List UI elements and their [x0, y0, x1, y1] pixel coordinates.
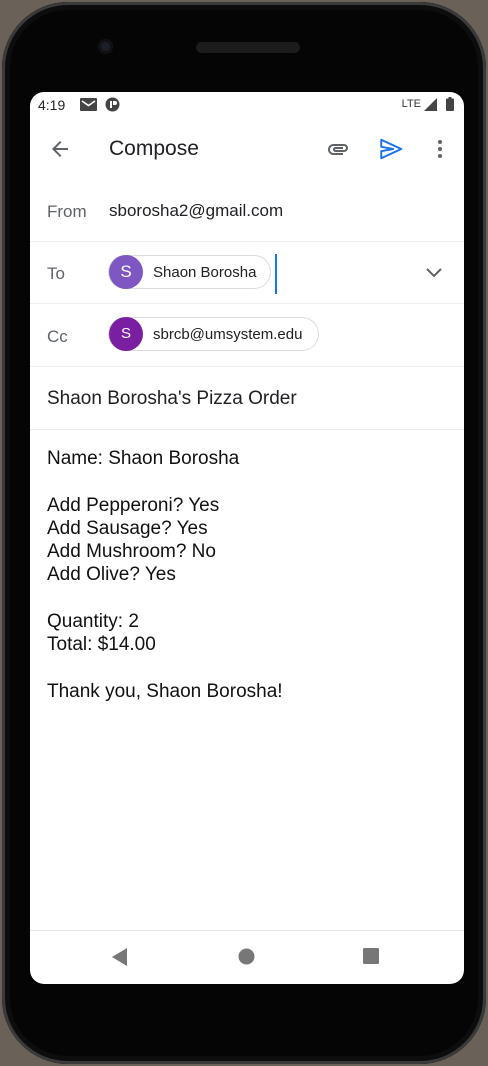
phone-frame: 4:19 LTE Compose From sborosha2@gmail.co… — [2, 2, 486, 1064]
from-value[interactable]: sborosha2@gmail.com — [109, 201, 283, 221]
cc-recipient-chip[interactable]: S sbrcb@umsystem.edu — [108, 317, 319, 351]
earpiece-speaker — [196, 42, 300, 53]
signal-icon — [424, 98, 437, 116]
from-row[interactable]: From sborosha2@gmail.com — [30, 180, 464, 242]
body-line: Name: Shaon Borosha — [47, 448, 240, 469]
screen: 4:19 LTE Compose From sborosha2@gmail.co… — [30, 92, 464, 984]
page-title: Compose — [109, 137, 199, 160]
to-label: To — [47, 264, 65, 283]
avatar: S — [109, 255, 143, 289]
body-line — [47, 587, 283, 610]
body-line: Add Mushroom? No — [47, 541, 216, 563]
to-row[interactable]: To S Shaon Borosha — [30, 242, 464, 304]
cc-label: Cc — [47, 327, 68, 346]
from-label: From — [47, 202, 87, 221]
network-type: LTE — [401, 98, 421, 110]
battery-icon — [446, 97, 454, 116]
body-line — [47, 657, 283, 680]
body-line: Thank you, Shaon Borosha! — [47, 680, 283, 702]
text-cursor — [275, 254, 277, 294]
nav-home-icon[interactable] — [238, 948, 255, 970]
to-recipient-chip[interactable]: S Shaon Borosha — [108, 255, 271, 289]
body-line: Add Sausage? Yes — [47, 517, 208, 539]
cc-row[interactable]: Cc S sbrcb@umsystem.edu — [30, 304, 464, 367]
status-bar: 4:19 LTE — [30, 92, 464, 118]
body-line — [47, 470, 283, 493]
body-line: Add Olive? Yes — [47, 564, 176, 586]
chevron-down-icon[interactable] — [424, 266, 444, 285]
gmail-icon — [80, 98, 97, 116]
status-time: 4:19 — [38, 97, 66, 113]
body-line: Quantity: 2 — [47, 611, 139, 633]
front-camera — [98, 39, 113, 54]
back-arrow-icon[interactable] — [48, 137, 72, 166]
nav-recents-icon[interactable] — [363, 948, 379, 969]
nav-back-icon[interactable] — [112, 948, 128, 971]
send-icon[interactable] — [378, 136, 404, 167]
app-notification-icon — [105, 97, 120, 117]
app-bar: Compose — [30, 118, 464, 180]
more-vert-icon[interactable] — [428, 137, 452, 166]
attach-icon[interactable] — [325, 137, 351, 166]
message-body[interactable]: Name: Shaon Borosha Add Pepperoni? Yes A… — [47, 447, 283, 703]
system-nav-bar — [30, 930, 464, 984]
avatar: S — [109, 317, 143, 351]
subject-field[interactable]: Shaon Borosha's Pizza Order — [47, 388, 297, 410]
recipient-email: sbrcb@umsystem.edu — [153, 326, 303, 343]
recipient-name: Shaon Borosha — [153, 264, 257, 281]
body-line: Add Pepperoni? Yes — [47, 494, 220, 516]
body-line: Total: $14.00 — [47, 634, 156, 656]
